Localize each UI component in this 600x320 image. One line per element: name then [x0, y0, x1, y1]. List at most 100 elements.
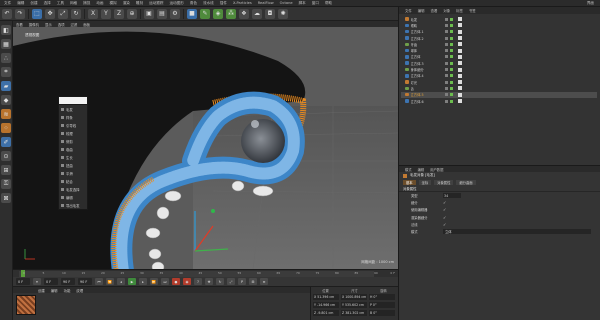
step-forward-icon[interactable]: ▸: [139, 278, 147, 285]
coord-field[interactable]: X 1000.894 cm: [341, 294, 367, 300]
workplane-icon[interactable]: ⊞: [1, 165, 11, 175]
key-selection-icon[interactable]: ?: [194, 278, 202, 285]
attribute-checkbox[interactable]: ✓: [443, 222, 446, 227]
hair-guides-icon[interactable]: ≋: [1, 109, 11, 119]
menu-item[interactable]: 文件: [4, 1, 11, 6]
tag-icon[interactable]: [457, 67, 462, 72]
move-key-icon[interactable]: ✥: [205, 278, 213, 285]
enabled-check-icon[interactable]: [449, 61, 453, 65]
editor-visibility-icon[interactable]: [444, 99, 448, 103]
editor-visibility-icon[interactable]: [444, 42, 448, 46]
hair-tool-item[interactable]: 梳理: [59, 129, 87, 137]
tag-icon[interactable]: [457, 86, 462, 91]
enabled-check-icon[interactable]: [449, 80, 453, 84]
coord-field[interactable]: Y -14.966 cm: [313, 302, 339, 308]
object-manager-menu-item[interactable]: 标签: [456, 8, 463, 13]
editor-visibility-icon[interactable]: [444, 68, 448, 72]
object-name[interactable]: 立方体.6: [411, 99, 439, 104]
editor-visibility-icon[interactable]: [444, 36, 448, 40]
attribute-value-field[interactable]: 34: [443, 193, 461, 199]
spline-pen-icon[interactable]: ✎: [200, 8, 210, 19]
tag-icon[interactable]: [457, 17, 462, 22]
tag-icon[interactable]: [457, 54, 462, 59]
render-view-icon[interactable]: ▣: [144, 8, 154, 19]
viewport-menu-item[interactable]: 选项: [58, 22, 65, 27]
object-row[interactable]: 立方体.6: [401, 98, 597, 104]
hair-tool-item[interactable]: 导出毛发: [59, 201, 87, 209]
points-mode-icon[interactable]: ∴: [1, 53, 11, 63]
select-tool-icon[interactable]: ⬚: [32, 8, 42, 19]
attribute-checkbox[interactable]: ✓: [443, 207, 446, 212]
menu-item[interactable]: 网格: [70, 1, 77, 6]
coord-field[interactable]: Z 381.302 cm: [341, 310, 367, 316]
tag-icon[interactable]: [457, 73, 462, 78]
object-manager-menu-item[interactable]: 书签: [469, 8, 476, 13]
enabled-check-icon[interactable]: [449, 17, 453, 21]
hair-tool-item[interactable]: 样条: [59, 113, 87, 121]
autokey-icon[interactable]: ◉: [183, 278, 191, 285]
coord-field[interactable]: Z -9.801 cm: [313, 310, 339, 316]
hair-tool-item[interactable]: 编辑: [59, 193, 87, 201]
coord-field[interactable]: B 0°: [369, 310, 395, 316]
object-name[interactable]: 身体细分: [411, 67, 439, 72]
hair-tool-item[interactable]: 毛发选择: [59, 185, 87, 193]
tag-icon[interactable]: [457, 80, 462, 85]
preview-end-field[interactable]: 90 F: [78, 278, 92, 285]
viewport-menu-item[interactable]: 过滤: [71, 22, 78, 27]
editor-visibility-icon[interactable]: [444, 17, 448, 21]
editor-visibility-icon[interactable]: [444, 55, 448, 59]
grid-icon[interactable]: ⊠: [1, 193, 11, 203]
enabled-check-icon[interactable]: [449, 42, 453, 46]
object-manager-menu-item[interactable]: 对象: [443, 8, 450, 13]
material-tab[interactable]: 纹理: [76, 288, 83, 293]
material-tab[interactable]: 功能: [64, 288, 71, 293]
polygons-mode-icon[interactable]: ▰: [1, 81, 11, 91]
3d-viewport[interactable]: 查看 摄像机 显示 选项 过滤 面板 透视视图 毛发 样条 引导线 梳理 修剪 …: [13, 21, 398, 269]
layout-label[interactable]: 界面: [587, 1, 600, 6]
hair-tool-item[interactable]: 毛发: [59, 105, 87, 113]
coord-field[interactable]: P 0°: [369, 302, 395, 308]
attribute-menu-item[interactable]: 用户数据: [430, 167, 443, 172]
material-tab[interactable]: 编辑: [51, 288, 58, 293]
menu-item[interactable]: 创建: [30, 1, 37, 6]
object-name[interactable]: 立方体: [411, 54, 439, 59]
object-name[interactable]: 立方体.1: [411, 29, 439, 34]
viewport-menu-item[interactable]: 显示: [45, 22, 52, 27]
material-tab[interactable]: 创建: [38, 288, 45, 293]
arrow-down-icon[interactable]: ▾: [33, 278, 41, 285]
attribute-tab[interactable]: 坐标: [418, 180, 432, 185]
coord-system-icon[interactable]: ⊕: [127, 8, 137, 19]
scale-key-icon[interactable]: ⤢: [227, 278, 235, 285]
z-axis-icon[interactable]: Z: [114, 8, 124, 19]
make-editable-icon[interactable]: ◧: [1, 25, 11, 35]
subdivision-icon[interactable]: ◈: [213, 8, 223, 19]
menu-item[interactable]: 工具: [57, 1, 64, 6]
environment-icon[interactable]: ☁: [252, 8, 262, 19]
tag-icon[interactable]: [457, 23, 462, 28]
hair-tool-item[interactable]: 生长: [59, 153, 87, 161]
editor-visibility-icon[interactable]: [444, 74, 448, 78]
play-icon[interactable]: ▶: [128, 278, 136, 285]
start-frame-field[interactable]: 0 F: [16, 278, 30, 285]
hair-tool-item[interactable]: 引导线: [59, 121, 87, 129]
x-axis-icon[interactable]: X: [88, 8, 98, 19]
render-settings-icon[interactable]: ⚙: [170, 8, 180, 19]
enabled-check-icon[interactable]: [449, 36, 453, 40]
menu-item[interactable]: 模拟: [110, 1, 117, 6]
enabled-check-icon[interactable]: [449, 49, 453, 53]
lock-icon[interactable]: ⚿: [1, 179, 11, 189]
record-icon[interactable]: ●: [172, 278, 180, 285]
object-name[interactable]: 立方体.3: [411, 61, 439, 66]
rotate-key-icon[interactable]: ↻: [216, 278, 224, 285]
object-name[interactable]: 灯光: [411, 80, 439, 85]
prev-key-icon[interactable]: ⏪: [106, 278, 114, 285]
menu-item[interactable]: 脚本: [299, 1, 306, 6]
menu-item[interactable]: 编辑: [17, 1, 24, 6]
menu-item[interactable]: 渲染: [123, 1, 130, 6]
enabled-check-icon[interactable]: [449, 30, 453, 34]
move-tool-icon[interactable]: ✥: [45, 8, 55, 19]
coord-field[interactable]: X 51.396 cm: [313, 294, 339, 300]
go-to-start-icon[interactable]: ⏮: [95, 278, 103, 285]
menu-item[interactable]: 选择: [44, 1, 51, 6]
editor-visibility-icon[interactable]: [444, 49, 448, 53]
